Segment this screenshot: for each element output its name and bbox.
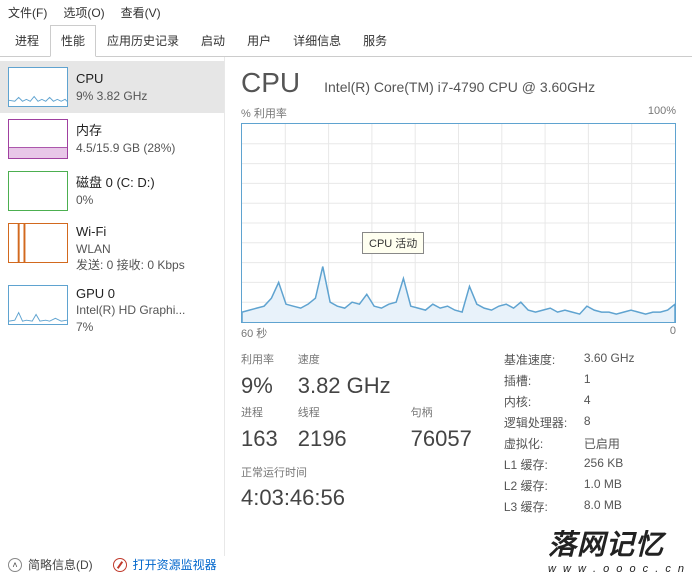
main-area: CPU 9% 3.82 GHz 内存 4.5/15.9 GB (28%) 磁盘 …: [0, 57, 692, 556]
threads-label: 线程: [298, 404, 391, 424]
chart-top-right-label: 100%: [648, 105, 676, 121]
sidebar-wifi-line1: WLAN: [76, 241, 185, 257]
open-resource-monitor-link[interactable]: 打开资源监视器: [133, 556, 217, 573]
chart-top-left-label: % 利用率: [241, 105, 287, 121]
sidebar-cpu-line1: 9% 3.82 GHz: [76, 88, 147, 104]
watermark-url: w w w . o o o c . c n: [548, 563, 686, 575]
l2-value: 1.0 MB: [584, 477, 635, 494]
menu-view[interactable]: 查看(V): [121, 4, 161, 21]
uptime-label: 正常运行时间: [241, 464, 472, 484]
footer: ˄ 简略信息(D) 打开资源监视器: [8, 556, 217, 573]
tab-strip: 进程 性能 应用历史记录 启动 用户 详细信息 服务: [0, 25, 692, 57]
cores-value: 4: [584, 393, 635, 410]
threads-value: 2196: [298, 426, 391, 456]
sidebar-item-memory[interactable]: 内存 4.5/15.9 GB (28%): [0, 113, 224, 165]
stats-area: 利用率 速度 9% 3.82 GHz 进程 线程 句柄 163 2196 760…: [241, 351, 676, 515]
lp-value: 8: [584, 414, 635, 431]
sidebar-gpu-title: GPU 0: [76, 285, 185, 303]
l3-value: 8.0 MB: [584, 498, 635, 515]
speed-value: 3.82 GHz: [298, 373, 391, 403]
chart-bottom-left-label: 60 秒: [241, 325, 267, 341]
sidebar-item-disk[interactable]: 磁盘 0 (C: D:) 0%: [0, 165, 224, 217]
virt-value: 已启用: [584, 435, 635, 452]
sidebar-gpu-line2: 7%: [76, 319, 185, 335]
content-panel: CPU Intel(R) Core(TM) i7-4790 CPU @ 3.60…: [225, 57, 692, 556]
sidebar-disk-title: 磁盘 0 (C: D:): [76, 174, 155, 192]
chart-bottom-right-label: 0: [670, 325, 676, 341]
chart-tooltip: CPU 活动: [362, 232, 424, 254]
l2-label: L2 缓存:: [504, 477, 584, 494]
sidebar-memory-title: 内存: [76, 122, 175, 140]
chevron-up-icon[interactable]: ˄: [8, 558, 22, 572]
gpu-thumb: [8, 285, 68, 325]
util-value: 9%: [241, 373, 278, 403]
cpu-thumb: [8, 67, 68, 107]
cpu-model: Intel(R) Core(TM) i7-4790 CPU @ 3.60GHz: [324, 79, 595, 95]
handles-label: 句柄: [411, 404, 472, 424]
util-label: 利用率: [241, 351, 278, 371]
tab-users[interactable]: 用户: [236, 25, 282, 56]
lp-label: 逻辑处理器:: [504, 414, 584, 431]
tab-app-history[interactable]: 应用历史记录: [96, 25, 190, 56]
uptime-value: 4:03:46:56: [241, 485, 472, 515]
brief-info-link[interactable]: 简略信息(D): [28, 556, 93, 573]
handles-value: 76057: [411, 426, 472, 456]
l1-value: 256 KB: [584, 456, 635, 473]
sidebar-gpu-line1: Intel(R) HD Graphi...: [76, 302, 185, 318]
cpu-header: CPU Intel(R) Core(TM) i7-4790 CPU @ 3.60…: [241, 67, 676, 99]
menu-file[interactable]: 文件(F): [8, 4, 47, 21]
sidebar-item-gpu[interactable]: GPU 0 Intel(R) HD Graphi... 7%: [0, 279, 224, 341]
sockets-label: 插槽:: [504, 372, 584, 389]
resource-monitor-icon[interactable]: [113, 558, 127, 572]
base-speed-label: 基准速度:: [504, 351, 584, 368]
proc-value: 163: [241, 426, 278, 456]
virt-label: 虚拟化:: [504, 435, 584, 452]
sidebar-memory-line1: 4.5/15.9 GB (28%): [76, 140, 175, 156]
proc-label: 进程: [241, 404, 278, 424]
wifi-thumb: [8, 223, 68, 263]
menu-options[interactable]: 选项(O): [63, 4, 104, 21]
cpu-chart: CPU 活动: [241, 123, 676, 323]
sidebar-item-wifi[interactable]: Wi-Fi WLAN 发送: 0 接收: 0 Kbps: [0, 217, 224, 279]
tab-details[interactable]: 详细信息: [282, 25, 352, 56]
page-title: CPU: [241, 67, 300, 99]
disk-thumb: [8, 171, 68, 211]
sidebar-wifi-line2: 发送: 0 接收: 0 Kbps: [76, 257, 185, 273]
speed-label: 速度: [298, 351, 391, 371]
sidebar-wifi-title: Wi-Fi: [76, 223, 185, 241]
sidebar: CPU 9% 3.82 GHz 内存 4.5/15.9 GB (28%) 磁盘 …: [0, 57, 225, 556]
sidebar-disk-line1: 0%: [76, 192, 155, 208]
tab-processes[interactable]: 进程: [4, 25, 50, 56]
cores-label: 内核:: [504, 393, 584, 410]
watermark-text: 落网记忆: [548, 529, 664, 560]
l1-label: L1 缓存:: [504, 456, 584, 473]
menu-bar: 文件(F) 选项(O) 查看(V): [0, 0, 692, 25]
sidebar-cpu-title: CPU: [76, 70, 147, 88]
tab-services[interactable]: 服务: [352, 25, 398, 56]
memory-thumb: [8, 119, 68, 159]
sockets-value: 1: [584, 372, 635, 389]
sidebar-item-cpu[interactable]: CPU 9% 3.82 GHz: [0, 61, 224, 113]
l3-label: L3 缓存:: [504, 498, 584, 515]
tab-performance[interactable]: 性能: [50, 25, 96, 57]
base-speed-value: 3.60 GHz: [584, 351, 635, 368]
tab-startup[interactable]: 启动: [190, 25, 236, 56]
watermark: 落网记忆 w w w . o o o c . c n: [548, 523, 686, 575]
